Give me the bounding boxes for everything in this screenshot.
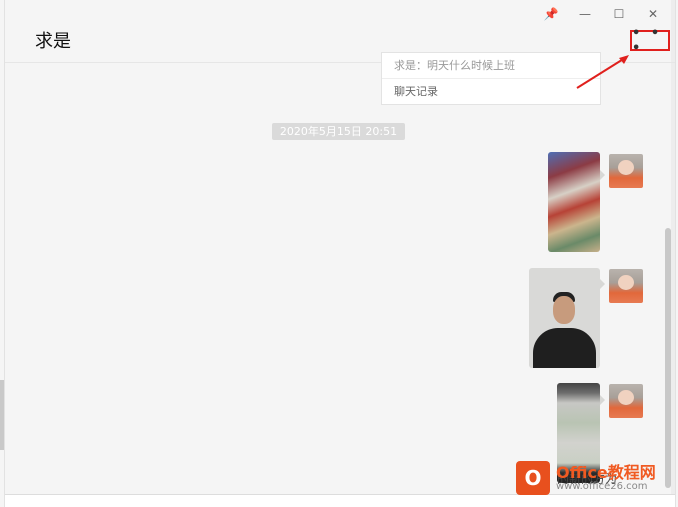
office-logo-icon: O — [516, 461, 550, 495]
minimize-button[interactable]: — — [575, 5, 595, 23]
close-button[interactable]: ✕ — [643, 5, 663, 23]
red-arrow-icon — [576, 55, 629, 89]
maximize-button[interactable]: ☐ — [609, 5, 629, 23]
popup-item-chat-history[interactable]: 聊天记录 — [382, 79, 600, 104]
avatar[interactable] — [609, 154, 643, 188]
photo-message-child[interactable] — [548, 152, 600, 252]
watermark: O Office教程网 www.office26.com — [516, 457, 676, 499]
bubble-tail — [600, 170, 605, 180]
avatar[interactable] — [609, 269, 643, 303]
avatar[interactable] — [609, 384, 643, 418]
more-options-button[interactable]: • • • — [630, 26, 670, 56]
pin-icon[interactable]: 📌 — [541, 5, 561, 23]
chat-title: 求是 — [35, 31, 71, 52]
titlebar-controls: 📌 — ☐ ✕ — [541, 5, 663, 23]
left-edge-strip — [0, 380, 4, 450]
timestamp-chip: 2020年5月15日 20:51 — [272, 123, 405, 140]
scrollbar[interactable] — [665, 228, 671, 488]
bubble-tail — [600, 395, 605, 405]
photo-message-portrait[interactable] — [529, 268, 600, 368]
chat-window: 📌 — ☐ ✕ 求是 • • • 求是：明天什么时候上班 聊天记录 2020年5… — [4, 0, 676, 507]
watermark-title: Office教程网 — [556, 462, 656, 482]
search-popup: 求是：明天什么时候上班 聊天记录 — [381, 52, 601, 105]
watermark-url: www.office26.com — [556, 481, 648, 493]
window-edge — [671, 0, 675, 507]
bubble-tail — [600, 279, 605, 289]
popup-item-message[interactable]: 求是：明天什么时候上班 — [382, 53, 600, 79]
